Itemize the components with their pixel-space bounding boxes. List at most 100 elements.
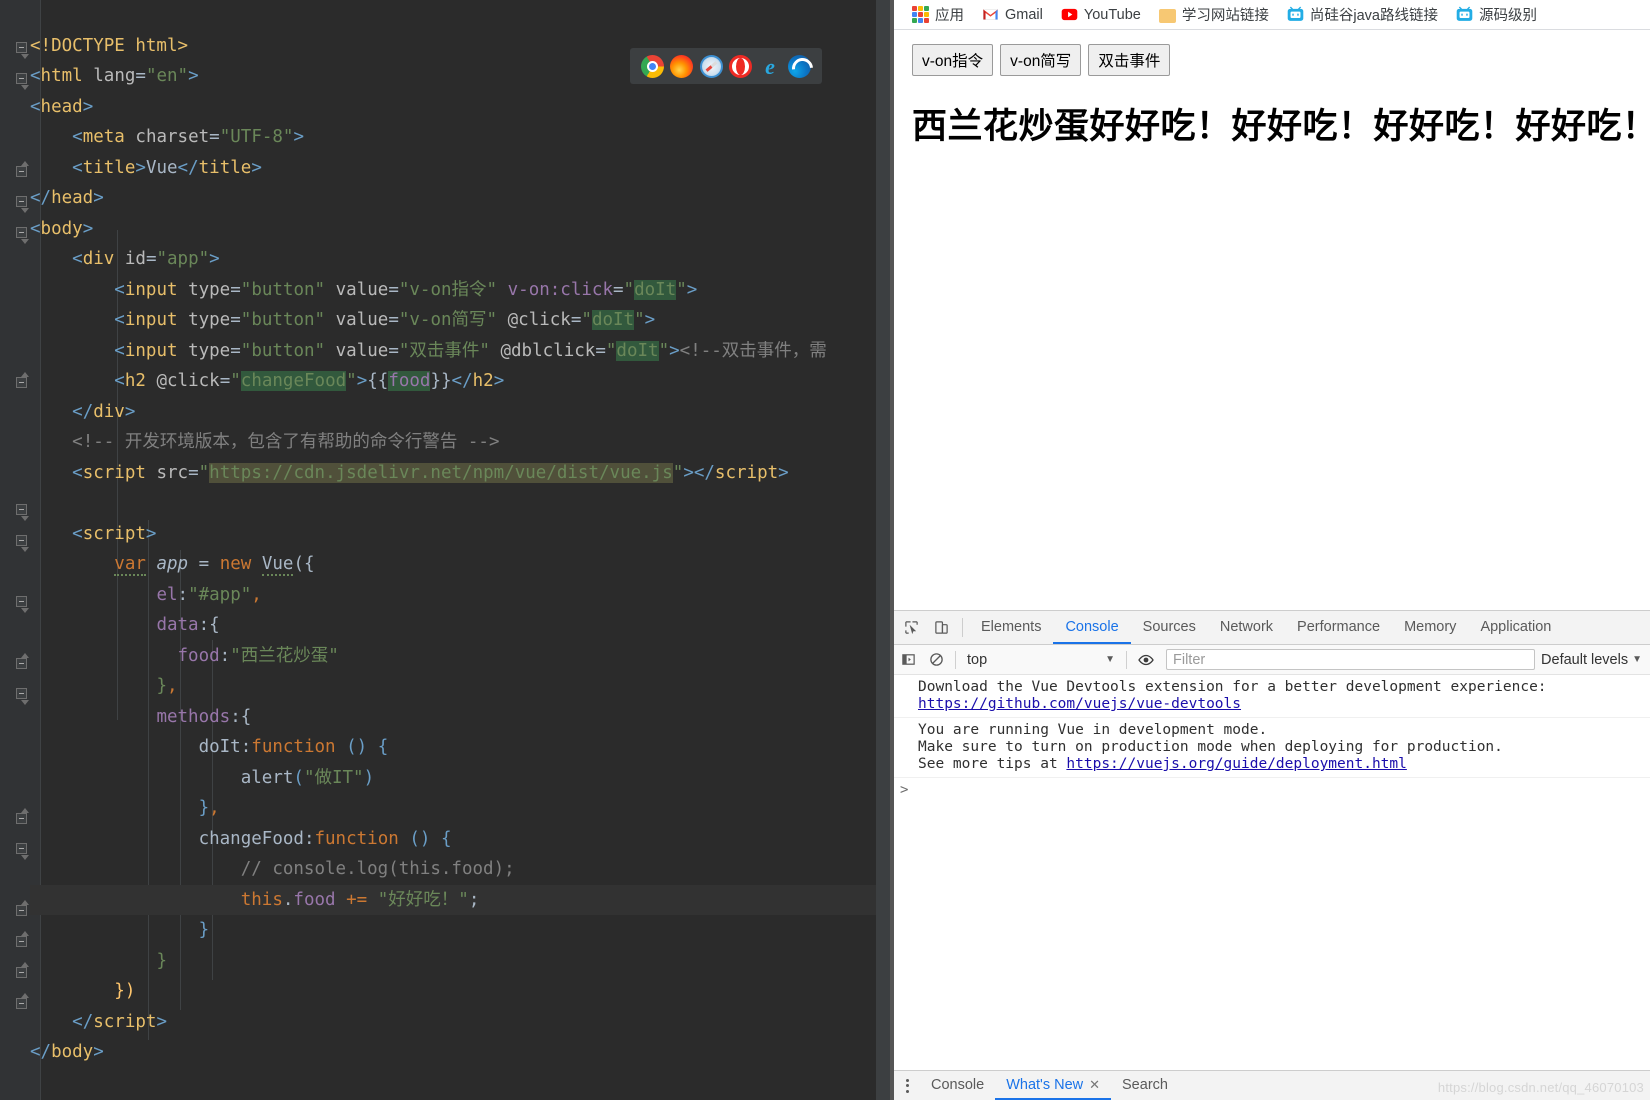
code-line: },	[156, 676, 178, 696]
code-line: <h2 @click="changeFood">{{food}}</h2>	[114, 371, 505, 391]
code-line: <head>	[30, 96, 94, 117]
edge-icon[interactable]	[787, 54, 811, 78]
inspect-element-icon[interactable]	[896, 611, 926, 644]
toolbar-divider	[955, 650, 956, 669]
source-code[interactable]: <!DOCTYPE html> <html lang="en"> <head> <m…	[30, 0, 890, 1100]
bookmark-source-level[interactable]: 源码级别	[1456, 4, 1537, 25]
fold-marker[interactable]	[16, 42, 29, 59]
console-message-link[interactable]: https://vuejs.org/guide/deployment.html	[1066, 756, 1406, 772]
console-filter-input[interactable]	[1166, 649, 1536, 670]
double-click-event-button[interactable]: 双击事件	[1088, 44, 1171, 76]
fold-marker[interactable]	[16, 161, 29, 177]
console-filter-bar[interactable]: top ▼ Default levels ▼	[890, 645, 1650, 675]
bookmark-label: 应用	[935, 8, 964, 24]
code-line: <script>	[72, 523, 157, 544]
fold-marker[interactable]	[16, 196, 29, 213]
code-line: methods:{	[156, 706, 252, 727]
drawer-tab-search[interactable]: Search	[1111, 1071, 1179, 1100]
code-line: <meta charset="UTF-8">	[72, 127, 305, 147]
fold-marker[interactable]	[16, 962, 29, 978]
device-toolbar-icon[interactable]	[926, 611, 956, 644]
fold-marker[interactable]	[16, 688, 29, 705]
gmail-icon	[982, 6, 999, 23]
execution-context-value: top	[967, 651, 988, 668]
bookmark-gmail[interactable]: Gmail	[982, 6, 1043, 23]
code-line: <input type="button" value="v-on简写" @cli…	[114, 310, 656, 330]
code-line: food:"西兰花炒蛋"	[177, 645, 339, 666]
devtools-panel: Elements Console Sources Network Perform…	[890, 610, 1650, 1100]
execution-context-select[interactable]: top ▼	[961, 652, 1121, 668]
fold-marker[interactable]	[16, 227, 29, 244]
drawer-tab-label: What's New	[1006, 1076, 1084, 1093]
bookmark-java-route[interactable]: 尚硅谷java路线链接	[1287, 4, 1438, 25]
code-line: // console.log(this.food);	[240, 859, 515, 879]
bookmark-study-links[interactable]: 学习网站链接	[1158, 4, 1269, 25]
tab-elements[interactable]: Elements	[969, 611, 1053, 644]
devtools-drawer-tabbar[interactable]: Console What's New ✕ Search https://blog…	[890, 1070, 1650, 1100]
fold-marker[interactable]	[16, 931, 29, 947]
bookmark-label: YouTube	[1083, 6, 1141, 23]
fold-marker[interactable]	[16, 653, 29, 669]
bookmark-label: 学习网站链接	[1181, 8, 1269, 24]
safari-icon[interactable]	[699, 54, 723, 78]
devtools-tabbar[interactable]: Elements Console Sources Network Perform…	[890, 611, 1650, 645]
code-line: <!-- 开发环境版本，包含了有帮助的命令行警告 -->	[72, 432, 500, 452]
log-levels-select[interactable]: Default levels ▼	[1541, 652, 1650, 668]
tab-console[interactable]: Console	[1053, 611, 1131, 644]
code-line: changeFood:function () {	[198, 828, 452, 849]
bookmark-apps[interactable]: 应用	[912, 4, 964, 25]
bookmarks-bar[interactable]: 应用 Gmail YouTube 学习网站链接 尚硅谷java路线链接 源码级别	[890, 0, 1650, 30]
drawer-tab-label: Search	[1122, 1076, 1168, 1093]
tab-performance[interactable]: Performance	[1285, 611, 1392, 644]
watermark: https://blog.csdn.net/qq_46070103	[1437, 1080, 1644, 1095]
bilibili-icon	[1287, 6, 1304, 23]
tab-sources[interactable]: Sources	[1131, 611, 1208, 644]
console-output[interactable]: Download the Vue Devtools extension for …	[890, 675, 1650, 1070]
chrome-icon[interactable]	[641, 54, 665, 78]
opera-icon[interactable]	[729, 54, 753, 78]
console-prompt[interactable]: >	[890, 778, 1650, 802]
fold-marker[interactable]	[16, 372, 29, 388]
ide-code-editor[interactable]: <!DOCTYPE html> <html lang="en"> <head> <m…	[0, 0, 890, 1100]
tab-memory[interactable]: Memory	[1392, 611, 1468, 644]
drawer-tab-label: Console	[931, 1076, 985, 1093]
live-expression-eye-icon[interactable]	[1132, 652, 1160, 668]
code-line: </body>	[30, 1042, 104, 1062]
rendered-vue-page: v-on指令 v-on简写 双击事件 西兰花炒蛋好好吃！好好吃！好好吃！好好吃！	[890, 30, 1650, 610]
fold-marker[interactable]	[16, 808, 29, 824]
tab-application[interactable]: Application	[1468, 611, 1563, 644]
clear-console-icon[interactable]	[922, 652, 950, 667]
chevron-down-icon: ▼	[1632, 654, 1642, 665]
vue-button-row: v-on指令 v-on简写 双击事件	[912, 44, 1650, 76]
log-levels-value: Default levels	[1541, 651, 1629, 668]
apps-grid-icon	[912, 6, 929, 23]
more-options-icon[interactable]	[894, 1071, 920, 1100]
close-icon[interactable]: ✕	[1089, 1077, 1100, 1093]
fold-marker[interactable]	[16, 843, 29, 860]
code-line-current: this.food += "好好吃！";	[30, 884, 890, 915]
fold-marker[interactable]	[16, 596, 29, 613]
editor-scrollbar-track[interactable]	[876, 0, 890, 1100]
fold-marker[interactable]	[16, 535, 29, 552]
v-on-directive-button[interactable]: v-on指令	[912, 44, 994, 76]
food-heading[interactable]: 西兰花炒蛋好好吃！好好吃！好好吃！好好吃！	[912, 98, 1650, 149]
tab-network[interactable]: Network	[1208, 611, 1285, 644]
console-message: Download the Vue Devtools extension for …	[890, 675, 1650, 718]
code-line: <title>Vue</title>	[72, 157, 262, 178]
open-in-browser-popup[interactable]: e	[630, 48, 822, 84]
firefox-icon[interactable]	[670, 54, 694, 78]
code-line: </script>	[72, 1011, 167, 1032]
console-message-link[interactable]: https://github.com/vuejs/vue-devtools	[918, 696, 1241, 712]
bookmark-youtube[interactable]: YouTube	[1061, 6, 1141, 23]
fold-marker[interactable]	[16, 504, 29, 521]
code-line: <input type="button" value="v-on指令" v-on…	[114, 279, 698, 300]
fold-marker[interactable]	[16, 900, 29, 916]
drawer-tab-console[interactable]: Console	[920, 1071, 995, 1100]
drawer-tab-whats-new[interactable]: What's New ✕	[995, 1071, 1112, 1100]
console-sidebar-toggle-icon[interactable]	[894, 652, 922, 667]
internet-explorer-icon[interactable]: e	[758, 55, 781, 78]
v-on-shorthand-button[interactable]: v-on简写	[1000, 44, 1082, 76]
fold-marker[interactable]	[16, 73, 29, 90]
code-line: el:"#app",	[156, 584, 262, 605]
fold-marker[interactable]	[16, 993, 29, 1009]
